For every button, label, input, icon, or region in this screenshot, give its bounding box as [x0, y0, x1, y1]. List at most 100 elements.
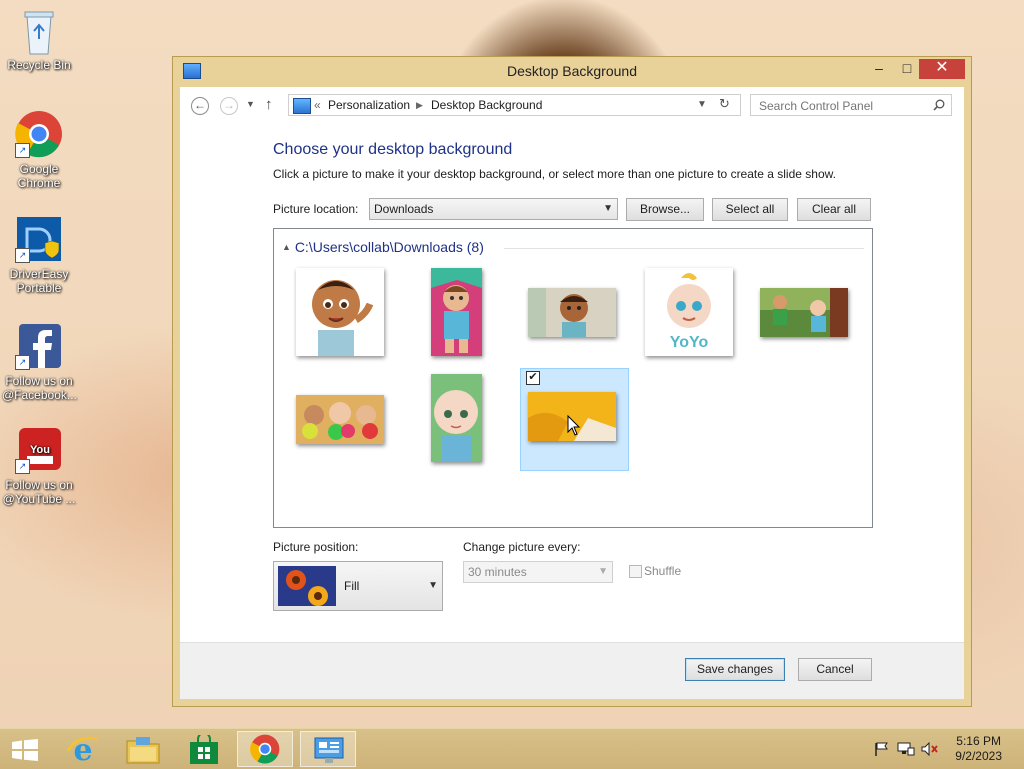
- page-description: Click a picture to make it your desktop …: [273, 167, 836, 181]
- desktop-icon-label: Follow us on @YouTube ...: [2, 478, 76, 506]
- chevron-down-icon: ▼: [598, 566, 608, 577]
- change-picture-interval-value: 30 minutes: [468, 565, 527, 579]
- picture-thumbnail[interactable]: [296, 268, 384, 356]
- picture-location-dropdown[interactable]: Downloads ▼: [369, 198, 618, 220]
- address-dropdown-icon[interactable]: ▼: [697, 99, 707, 110]
- picture-thumbnail[interactable]: [296, 395, 384, 444]
- window-title: Desktop Background: [507, 63, 637, 79]
- desktop-icon-drivereasy[interactable]: ↗ DriverEasy Portable: [2, 215, 76, 295]
- breadcrumb-separator-icon[interactable]: ▶: [416, 100, 423, 111]
- desktop-icon-recycle-bin[interactable]: Recycle Bin: [2, 6, 76, 72]
- desktop-icon-google-chrome[interactable]: ↗ Google Chrome: [2, 110, 76, 190]
- chevron-down-icon: ▼: [603, 203, 613, 214]
- selected-checkbox[interactable]: ✔: [526, 371, 540, 385]
- internet-explorer-icon: e: [66, 733, 99, 765]
- shortcut-arrow-icon: ↗: [15, 459, 30, 474]
- drivereasy-icon: ↗: [15, 215, 63, 263]
- selected-picture-tile[interactable]: ✔: [520, 368, 629, 471]
- address-bar[interactable]: « Personalization ▶ Desktop Background ▼…: [288, 94, 741, 116]
- desktop-background-window: Desktop Background – □ ✕ ← → ▼ ↑ « Perso…: [172, 56, 972, 707]
- picture-thumbnail[interactable]: [431, 374, 482, 462]
- up-arrow-icon[interactable]: ↑: [265, 96, 273, 113]
- control-panel-icon: [293, 98, 311, 114]
- chevron-down-icon: ▼: [428, 580, 438, 591]
- breadcrumb-desktop-background[interactable]: Desktop Background: [431, 98, 542, 112]
- shortcut-arrow-icon: ↗: [15, 355, 30, 370]
- start-button[interactable]: [0, 731, 56, 767]
- system-clock[interactable]: 5:16 PM 9/2/2023: [955, 734, 1002, 764]
- desktop-icon-youtube[interactable]: You ↗ Follow us on @YouTube ...: [2, 426, 76, 506]
- title-bar[interactable]: Desktop Background – □ ✕: [173, 57, 971, 86]
- picture-thumbnail[interactable]: YoYo: [645, 268, 733, 356]
- refresh-icon[interactable]: ↻: [719, 96, 730, 112]
- desktop-icon-label: DriverEasy Portable: [9, 267, 69, 295]
- network-icon[interactable]: [897, 742, 915, 756]
- breadcrumb-personalization[interactable]: Personalization: [328, 98, 410, 112]
- windows-logo-icon: [12, 739, 38, 761]
- search-input[interactable]: [757, 97, 931, 115]
- search-box[interactable]: [750, 94, 952, 116]
- shuffle-checkbox[interactable]: [629, 565, 642, 578]
- navigation-bar: ← → ▼ ↑ « Personalization ▶ Desktop Back…: [180, 87, 964, 125]
- picture-position-dropdown[interactable]: Fill ▼: [273, 561, 443, 611]
- browse-button[interactable]: Browse...: [626, 198, 704, 221]
- breadcrumb-prefix: «: [314, 98, 321, 112]
- recent-pages-chevron-icon[interactable]: ▼: [246, 99, 255, 109]
- back-button[interactable]: ←: [191, 97, 209, 115]
- svg-text:You: You: [30, 444, 50, 456]
- taskbar-store[interactable]: [176, 731, 232, 767]
- picture-gallery: ▲ C:\Users\collab\Downloads (8) YoYo ✔: [273, 228, 873, 528]
- taskbar-internet-explorer[interactable]: e: [58, 731, 114, 767]
- control-panel-icon: [314, 737, 344, 763]
- maximize-button[interactable]: □: [893, 59, 921, 79]
- picture-thumbnail[interactable]: [760, 288, 848, 337]
- picture-location-value: Downloads: [374, 202, 434, 216]
- shortcut-arrow-icon: ↗: [15, 143, 30, 158]
- picture-position-value: Fill: [344, 579, 360, 593]
- shuffle-label: Shuffle: [644, 564, 682, 578]
- desktop-icon-label: Google Chrome: [17, 162, 61, 190]
- cancel-button[interactable]: Cancel: [798, 658, 872, 681]
- folder-icon: [126, 737, 160, 764]
- action-center-flag-icon[interactable]: [874, 742, 890, 756]
- volume-muted-icon[interactable]: [921, 742, 939, 756]
- facebook-icon: ↗: [15, 322, 63, 370]
- youtube-icon: You ↗: [15, 426, 63, 474]
- chrome-icon: [250, 734, 280, 764]
- sunflower-preview-icon: [278, 566, 336, 606]
- store-icon: [190, 735, 218, 764]
- dialog-footer: Save changes Cancel: [180, 642, 964, 699]
- search-icon[interactable]: [933, 99, 945, 111]
- change-picture-interval-dropdown[interactable]: 30 minutes ▼: [463, 561, 613, 583]
- close-button[interactable]: ✕: [919, 59, 965, 79]
- clock-time: 5:16 PM: [956, 734, 1001, 748]
- save-changes-button[interactable]: Save changes: [685, 658, 785, 681]
- forward-button[interactable]: →: [220, 97, 238, 115]
- mouse-cursor-icon: [567, 415, 581, 436]
- desktop-icon-facebook[interactable]: ↗ Follow us on @Facebook...: [2, 322, 77, 402]
- picture-thumbnail[interactable]: [431, 268, 482, 356]
- shortcut-arrow-icon: ↗: [15, 248, 30, 263]
- change-picture-label: Change picture every:: [463, 540, 581, 554]
- clear-all-button[interactable]: Clear all: [797, 198, 871, 221]
- folder-group-header[interactable]: ▲ C:\Users\collab\Downloads (8): [282, 239, 484, 255]
- desktop-icon-label: Follow us on @Facebook...: [2, 374, 77, 402]
- chrome-icon: ↗: [15, 110, 63, 158]
- minimize-button[interactable]: –: [865, 59, 893, 79]
- folder-group-title: C:\Users\collab\Downloads (8): [294, 239, 484, 255]
- collapse-triangle-icon[interactable]: ▲: [282, 242, 291, 252]
- clock-date: 9/2/2023: [955, 749, 1002, 763]
- taskbar: e 5:16 PM 9/2/2023: [0, 728, 1024, 769]
- window-content: ← → ▼ ↑ « Personalization ▶ Desktop Back…: [180, 87, 964, 699]
- picture-location-label: Picture location:: [273, 202, 359, 216]
- page-title: Choose your desktop background: [273, 141, 513, 158]
- taskbar-google-chrome[interactable]: [237, 731, 293, 767]
- taskbar-control-panel[interactable]: [300, 731, 356, 767]
- picture-position-label: Picture position:: [273, 540, 359, 554]
- svg-text:YoYo: YoYo: [670, 334, 709, 351]
- select-all-button[interactable]: Select all: [712, 198, 788, 221]
- recycle-bin-icon: [15, 6, 63, 55]
- taskbar-file-explorer[interactable]: [116, 731, 172, 767]
- picture-thumbnail[interactable]: [528, 288, 616, 337]
- group-divider: [504, 248, 864, 249]
